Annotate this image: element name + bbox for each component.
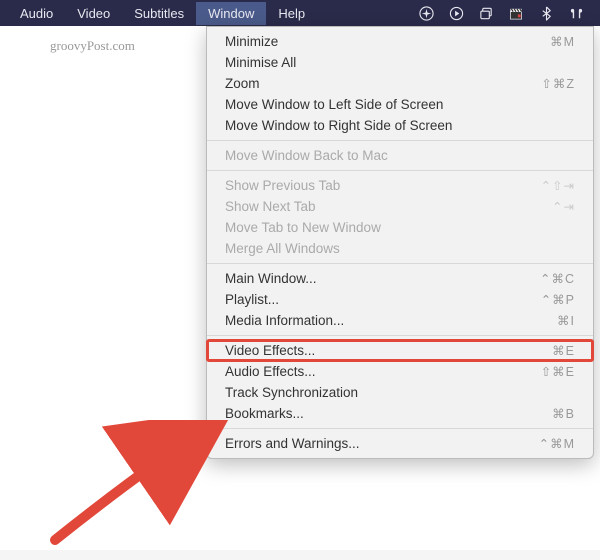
menu-label: Errors and Warnings...	[225, 436, 360, 451]
menu-label: Move Window Back to Mac	[225, 148, 388, 163]
menu-item-move-right[interactable]: Move Window to Right Side of Screen	[207, 115, 593, 136]
window-menu-dropdown: Minimize ⌘M Minimise All Zoom ⇧⌘Z Move W…	[206, 26, 594, 459]
menu-item-audio-effects[interactable]: Audio Effects... ⇧⌘E	[207, 361, 593, 382]
windows-icon[interactable]	[478, 5, 494, 21]
menu-item-merge-all: Merge All Windows	[207, 238, 593, 259]
menubar-item-video[interactable]: Video	[65, 2, 122, 25]
menu-item-main-window[interactable]: Main Window... ⌃⌘C	[207, 268, 593, 289]
menu-item-media-info[interactable]: Media Information... ⌘I	[207, 310, 593, 331]
menu-separator	[207, 263, 593, 264]
menu-label: Media Information...	[225, 313, 344, 328]
menu-shortcut: ⌘B	[552, 406, 575, 421]
menu-label: Track Synchronization	[225, 385, 358, 400]
menu-label: Show Next Tab	[225, 199, 316, 214]
menu-label: Move Window to Right Side of Screen	[225, 118, 452, 133]
menu-item-show-next-tab: Show Next Tab ⌃⇥	[207, 196, 593, 217]
menu-label: Merge All Windows	[225, 241, 340, 256]
menu-label: Move Window to Left Side of Screen	[225, 97, 443, 112]
clapper-icon[interactable]	[508, 5, 524, 21]
menu-shortcut: ⌃⌘M	[539, 436, 575, 451]
menubar-item-audio[interactable]: Audio	[8, 2, 65, 25]
menubar: Audio Video Subtitles Window Help	[0, 0, 600, 26]
bluetooth-icon[interactable]	[538, 5, 554, 21]
menu-item-playlist[interactable]: Playlist... ⌃⌘P	[207, 289, 593, 310]
menu-shortcut: ⇧⌘E	[541, 364, 575, 379]
play-circle-icon[interactable]	[448, 5, 464, 21]
menu-shortcut: ⇧⌘Z	[541, 76, 575, 91]
menu-label: Minimise All	[225, 55, 296, 70]
menu-shortcut: ⌘I	[557, 313, 575, 328]
menubar-item-subtitles[interactable]: Subtitles	[122, 2, 196, 25]
menu-item-minimize[interactable]: Minimize ⌘M	[207, 31, 593, 52]
menu-label: Minimize	[225, 34, 278, 49]
menu-shortcut: ⌃⇥	[552, 199, 575, 214]
menu-item-zoom[interactable]: Zoom ⇧⌘Z	[207, 73, 593, 94]
menu-label: Show Previous Tab	[225, 178, 340, 193]
menu-item-show-prev-tab: Show Previous Tab ⌃⇧⇥	[207, 175, 593, 196]
menu-item-video-effects[interactable]: Video Effects... ⌘E	[207, 340, 593, 361]
menu-item-errors[interactable]: Errors and Warnings... ⌃⌘M	[207, 433, 593, 454]
menu-shortcut: ⌃⌘C	[540, 271, 575, 286]
fan-icon[interactable]	[418, 5, 434, 21]
airpods-icon[interactable]	[568, 5, 584, 21]
watermark: groovyPost.com	[50, 38, 135, 54]
menu-shortcut: ⌃⌘P	[541, 292, 575, 307]
menu-separator	[207, 140, 593, 141]
menu-label: Zoom	[225, 76, 260, 91]
menubar-left: Audio Video Subtitles Window Help	[8, 2, 317, 25]
menu-label: Bookmarks...	[225, 406, 304, 421]
menubar-status-icons	[418, 5, 592, 21]
menu-item-move-left[interactable]: Move Window to Left Side of Screen	[207, 94, 593, 115]
menu-shortcut: ⌃⇧⇥	[541, 178, 575, 193]
menu-label: Move Tab to New Window	[225, 220, 381, 235]
menu-separator	[207, 170, 593, 171]
menubar-item-window[interactable]: Window	[196, 2, 266, 25]
menubar-item-help[interactable]: Help	[266, 2, 317, 25]
menu-item-minimise-all[interactable]: Minimise All	[207, 52, 593, 73]
menu-item-track-sync[interactable]: Track Synchronization	[207, 382, 593, 403]
menu-label: Audio Effects...	[225, 364, 316, 379]
menu-item-move-back: Move Window Back to Mac	[207, 145, 593, 166]
menu-label: Playlist...	[225, 292, 279, 307]
menu-separator	[207, 335, 593, 336]
menu-item-move-tab: Move Tab to New Window	[207, 217, 593, 238]
menu-item-bookmarks[interactable]: Bookmarks... ⌘B	[207, 403, 593, 424]
menu-shortcut: ⌘E	[552, 343, 575, 358]
menu-shortcut: ⌘M	[550, 34, 575, 49]
menu-label: Main Window...	[225, 271, 317, 286]
menu-separator	[207, 428, 593, 429]
menu-label: Video Effects...	[225, 343, 315, 358]
